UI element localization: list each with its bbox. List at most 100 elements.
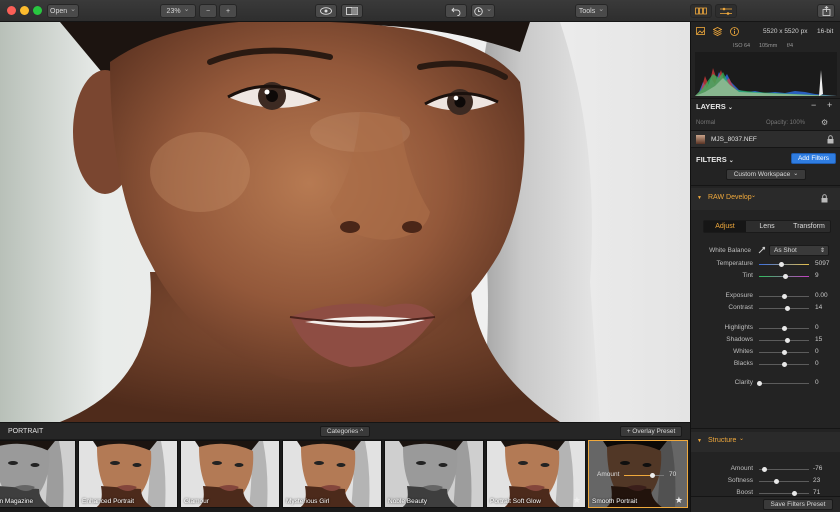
history-button[interactable] bbox=[471, 4, 495, 18]
slider-knob[interactable] bbox=[756, 381, 762, 386]
star-icon[interactable]: ★ bbox=[573, 495, 581, 506]
eyedropper-icon[interactable] bbox=[758, 246, 766, 254]
star-icon[interactable]: ★ bbox=[675, 495, 683, 506]
preset-thumbnail[interactable]: Enhanced Portrait bbox=[78, 440, 178, 508]
zoom-out-glyph: − bbox=[205, 7, 211, 15]
preset-thumbnail[interactable]: Glamour bbox=[180, 440, 280, 508]
white-balance-select[interactable]: As Shot ⇕ bbox=[769, 245, 829, 256]
slider-knob[interactable] bbox=[774, 479, 779, 484]
preset-thumbnail[interactable]: Fashion Magazine bbox=[0, 440, 76, 508]
slider-knob[interactable] bbox=[781, 294, 787, 299]
slider-track[interactable] bbox=[759, 479, 809, 484]
add-layer-button[interactable]: + bbox=[827, 100, 832, 110]
slider-value[interactable]: 71 bbox=[813, 489, 833, 496]
filters-title: FILTERS ⌄ bbox=[696, 155, 734, 164]
add-filters-button[interactable]: Add Filters bbox=[791, 153, 836, 164]
slider-track[interactable] bbox=[759, 326, 809, 331]
tab-transform[interactable]: Transform bbox=[788, 221, 830, 232]
preview-eye-button[interactable] bbox=[315, 4, 337, 18]
slider-value[interactable]: -76 bbox=[813, 465, 833, 472]
slider-value[interactable]: 0 bbox=[815, 348, 835, 355]
categories-button[interactable]: Categories ^ bbox=[320, 426, 370, 437]
slider-value[interactable]: 14 bbox=[815, 304, 835, 311]
preset-thumbnail[interactable]: Mysterious Girl bbox=[282, 440, 382, 508]
save-filters-preset-button[interactable]: Save Filters Preset bbox=[763, 499, 833, 510]
image-info-icon[interactable] bbox=[696, 27, 705, 35]
tab-transform-label: Transform bbox=[793, 223, 825, 230]
slider-value[interactable]: 0 bbox=[815, 360, 835, 367]
slider-track[interactable] bbox=[759, 262, 809, 267]
zoom-window-button[interactable] bbox=[33, 6, 42, 15]
slider-track[interactable] bbox=[759, 294, 809, 299]
preset-thumbnail[interactable]: Smooth Portrait Amount 70 ★ bbox=[588, 440, 688, 508]
overlay-preset-button[interactable]: + Overlay Preset bbox=[620, 426, 682, 437]
slider-knob[interactable] bbox=[781, 350, 787, 355]
slider-track[interactable] bbox=[759, 306, 809, 311]
minimize-window-button[interactable] bbox=[20, 6, 29, 15]
structure-header[interactable]: ▼ Structure ⌄ bbox=[691, 432, 840, 452]
presets-view-button[interactable] bbox=[690, 4, 712, 18]
zoom-select[interactable]: 23% bbox=[160, 4, 196, 18]
preset-thumbnail[interactable]: Noble Beauty bbox=[384, 440, 484, 508]
overlay-preset-label: + Overlay Preset bbox=[626, 428, 676, 435]
slider-track[interactable] bbox=[759, 467, 809, 472]
slider-value[interactable]: 9 bbox=[815, 272, 835, 279]
opacity-select[interactable]: Opacity: 100% bbox=[766, 120, 805, 126]
adjustments-view-button[interactable] bbox=[715, 4, 737, 18]
slider-knob[interactable] bbox=[781, 326, 787, 331]
zoom-in-button[interactable]: + bbox=[219, 4, 237, 18]
info-circle-icon[interactable] bbox=[730, 27, 739, 36]
slider-track[interactable] bbox=[759, 338, 809, 343]
preset-name: Noble Beauty bbox=[388, 498, 428, 505]
slider-knob[interactable] bbox=[761, 467, 767, 472]
slider-track[interactable] bbox=[759, 274, 809, 279]
undo-icon bbox=[451, 7, 461, 16]
slider-knob[interactable] bbox=[784, 338, 790, 343]
slider-label: Clarity bbox=[734, 379, 753, 386]
preset-amount-value[interactable]: 70 bbox=[669, 471, 676, 478]
slider-track[interactable] bbox=[759, 491, 809, 496]
zoom-out-button[interactable]: − bbox=[199, 4, 217, 18]
slider-track[interactable] bbox=[759, 362, 809, 367]
gear-icon[interactable]: ⚙ bbox=[821, 118, 828, 127]
slider-value[interactable]: 0 bbox=[815, 324, 835, 331]
categories-label: Categories bbox=[326, 428, 359, 435]
preset-strip-header: PORTRAIT Categories ^ + Overlay Preset bbox=[0, 422, 690, 439]
slider-value[interactable]: 0.00 bbox=[815, 292, 835, 299]
blend-mode-select[interactable]: Normal bbox=[696, 120, 715, 126]
right-panel: 5520 x 5520 px 16-bit ISO 64 105mm f/4 L… bbox=[690, 22, 840, 512]
slider-track[interactable] bbox=[759, 350, 809, 355]
preset-amount-knob[interactable] bbox=[649, 473, 655, 478]
undo-button[interactable] bbox=[445, 4, 467, 18]
preset-thumbnail[interactable]: Portrait Soft Glow ★ bbox=[486, 440, 586, 508]
slider-value[interactable]: 0 bbox=[815, 379, 835, 386]
slider-value[interactable]: 5097 bbox=[815, 260, 835, 267]
tab-lens[interactable]: Lens bbox=[746, 221, 788, 232]
updown-chevron-icon: ⇕ bbox=[819, 248, 825, 254]
layers-stack-icon[interactable] bbox=[713, 27, 722, 36]
preset-name: Fashion Magazine bbox=[0, 498, 34, 505]
workspace-select[interactable]: Custom Workspace ⌄ bbox=[726, 169, 806, 180]
raw-develop-header[interactable]: ▼ RAW Develop ⌄ bbox=[691, 188, 840, 210]
slider-value[interactable]: 23 bbox=[813, 477, 833, 484]
layer-row[interactable]: MJS_8037.NEF bbox=[691, 130, 840, 148]
slider-knob[interactable] bbox=[784, 306, 790, 311]
slider-knob[interactable] bbox=[782, 274, 788, 279]
layers-title: LAYERS ⌄ bbox=[696, 102, 733, 111]
share-button[interactable] bbox=[817, 4, 835, 18]
tab-adjust[interactable]: Adjust bbox=[704, 221, 746, 232]
photo-canvas[interactable] bbox=[0, 22, 690, 422]
remove-layer-button[interactable]: − bbox=[811, 100, 816, 110]
chevron-down-icon: ⌄ bbox=[739, 436, 745, 442]
slider-value[interactable]: 15 bbox=[815, 336, 835, 343]
chevron-down-icon: ⌄ bbox=[728, 158, 734, 164]
close-window-button[interactable] bbox=[7, 6, 16, 15]
preset-amount-track[interactable] bbox=[624, 473, 664, 478]
tools-button[interactable]: Tools bbox=[575, 4, 608, 18]
tab-lens-label: Lens bbox=[759, 223, 775, 230]
slider-knob[interactable] bbox=[779, 262, 784, 267]
compare-button[interactable] bbox=[341, 4, 363, 18]
slider-knob[interactable] bbox=[781, 362, 787, 367]
open-button[interactable]: Open bbox=[47, 4, 79, 18]
slider-track[interactable] bbox=[756, 381, 809, 386]
